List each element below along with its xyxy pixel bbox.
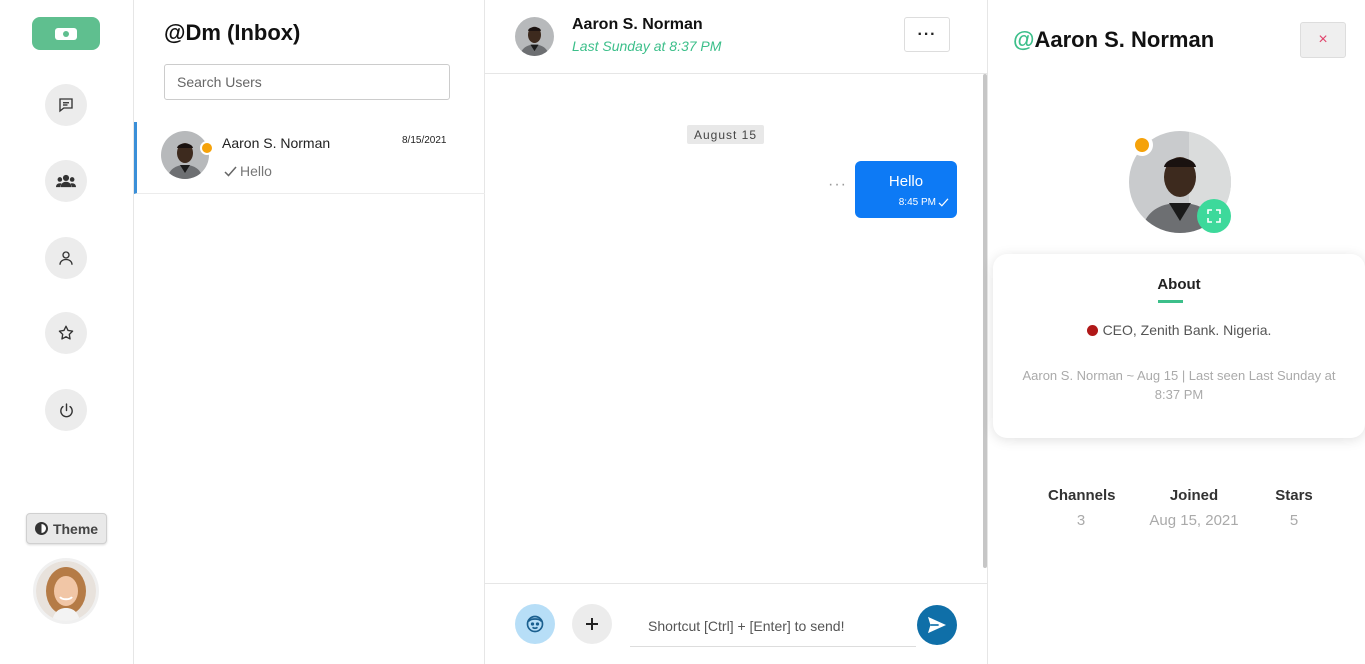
profile-panel: @Aaron S. Norman × About CEO, Zenith Ban…	[988, 0, 1365, 664]
conversation-item[interactable]: Aaron S. Norman 8/15/2021 Hello	[134, 122, 485, 194]
chat-icon	[59, 98, 73, 113]
online-status-dot	[200, 141, 214, 155]
online-status-dot	[1131, 134, 1153, 156]
nav-groups-button[interactable]	[45, 160, 87, 202]
current-user-avatar[interactable]	[36, 561, 96, 621]
stat-joined: Joined Aug 15, 2021	[1144, 487, 1244, 529]
chat-contact-avatar[interactable]	[515, 17, 554, 56]
nav-logout-button[interactable]	[45, 389, 87, 431]
nav-starred-button[interactable]	[45, 312, 87, 354]
chat-panel: Aaron S. Norman Last Sunday at 8:37 PM ·…	[485, 0, 988, 664]
emoji-button[interactable]	[515, 604, 555, 644]
close-icon: ×	[1318, 31, 1328, 48]
inbox-title: @Dm (Inbox)	[164, 20, 301, 45]
chat-last-seen: Last Sunday at 8:37 PM	[572, 38, 722, 54]
outgoing-message[interactable]: Hello 8:45 PM	[855, 161, 957, 218]
role-dot	[1086, 324, 1098, 336]
left-rail: Theme	[0, 0, 134, 664]
woman-portrait-image	[36, 561, 96, 621]
expand-avatar-button[interactable]	[1197, 199, 1231, 233]
nav-profile-button[interactable]	[45, 237, 87, 279]
check-icon	[224, 166, 237, 177]
man-portrait-image	[515, 17, 554, 56]
send-icon	[928, 616, 946, 634]
profile-meta: Aaron S. Norman ~ Aug 15 | Last seen Las…	[1022, 368, 1336, 402]
smiley-icon	[526, 615, 544, 633]
message-meta: 8:45 PM	[899, 197, 949, 208]
man-portrait-image	[161, 131, 209, 179]
tab-underline	[1158, 300, 1183, 303]
star-icon	[58, 325, 74, 340]
stat-value: 3	[1076, 512, 1086, 529]
plus-icon	[586, 618, 598, 630]
conversation-preview: Hello	[224, 163, 272, 179]
profile-name: Aaron S. Norman	[1034, 27, 1215, 52]
profile-at-sign: @	[1013, 27, 1035, 52]
stat-label: Stars	[1275, 487, 1313, 504]
about-tab[interactable]: About	[993, 276, 1365, 293]
user-icon	[59, 251, 73, 265]
attach-button[interactable]	[572, 604, 612, 644]
date-separator: August 15	[687, 125, 764, 144]
chat-scrollbar[interactable]	[983, 74, 987, 568]
message-input[interactable]	[630, 605, 916, 647]
power-icon	[59, 402, 73, 417]
message-options-icon[interactable]: ···	[828, 177, 847, 193]
chat-more-button[interactable]: ···	[904, 17, 950, 52]
check-icon	[938, 198, 949, 207]
app-root: Theme @Dm (Inbox) Search Users Aaron S. …	[0, 0, 1365, 664]
message-text: Hello	[888, 173, 924, 190]
stat-stars: Stars 5	[1272, 487, 1316, 529]
contrast-icon	[34, 522, 48, 535]
stat-value: Aug 15, 2021	[1149, 512, 1239, 529]
preview-text: Hello	[240, 163, 272, 179]
conversation-avatar	[161, 131, 209, 179]
about-card: About CEO, Zenith Bank. Nigeria. Aaron S…	[993, 254, 1365, 438]
chat-contact-name: Aaron S. Norman	[572, 16, 703, 33]
nav-chats-button[interactable]	[45, 84, 87, 126]
conversation-date: 8/15/2021	[402, 135, 447, 146]
theme-toggle-button[interactable]: Theme	[26, 513, 107, 544]
profile-role: CEO, Zenith Bank. Nigeria.	[993, 322, 1365, 338]
conversation-name: Aaron S. Norman	[222, 135, 331, 151]
logo-icon	[55, 27, 77, 40]
inbox-panel: @Dm (Inbox) Aaron S. Norman 8/15/2021 He…	[134, 0, 485, 664]
stat-value: 5	[1289, 512, 1299, 529]
app-logo[interactable]	[32, 17, 100, 50]
send-button[interactable]	[917, 605, 957, 645]
search-users-input[interactable]	[164, 64, 450, 100]
profile-title: @Aaron S. Norman	[1013, 27, 1214, 53]
close-profile-button[interactable]: ×	[1300, 22, 1346, 58]
message-composer	[485, 583, 988, 664]
groups-icon	[56, 174, 76, 188]
stat-label: Joined	[1169, 487, 1219, 504]
role-text: CEO, Zenith Bank. Nigeria.	[1102, 322, 1272, 338]
stat-channels: Channels 3	[1048, 487, 1116, 529]
stat-label: Channels	[1048, 487, 1116, 504]
message-time: 8:45 PM	[898, 197, 936, 208]
theme-label: Theme	[52, 520, 99, 537]
expand-icon	[1207, 209, 1221, 223]
chat-header: Aaron S. Norman Last Sunday at 8:37 PM ·…	[485, 0, 988, 74]
